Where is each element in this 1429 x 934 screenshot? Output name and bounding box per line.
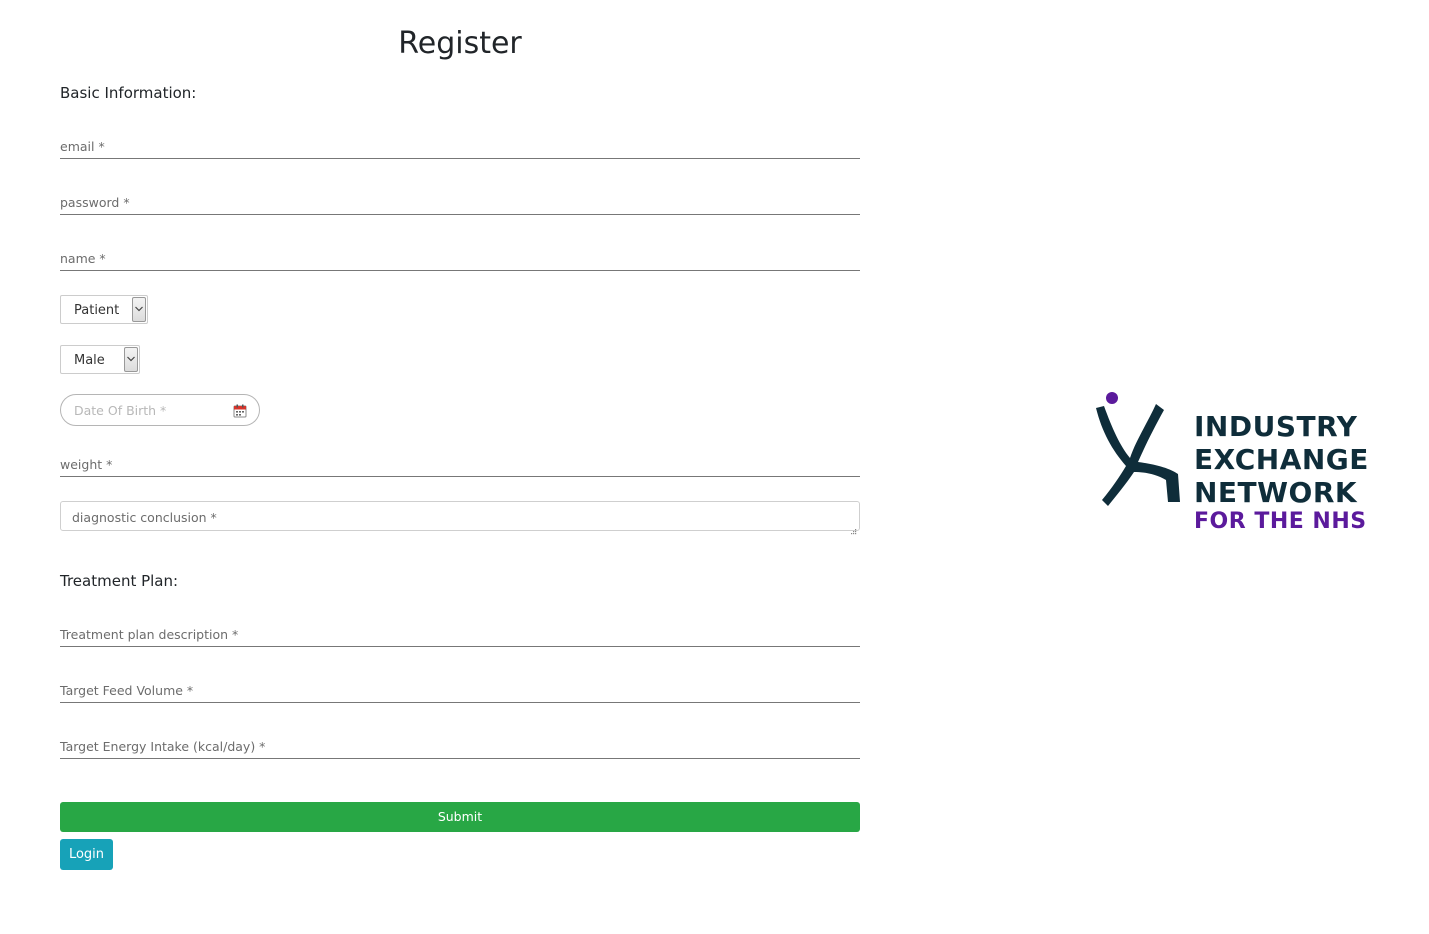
logo-line-4: FOR THE NHS bbox=[1194, 509, 1367, 534]
name-field[interactable]: name * bbox=[60, 242, 860, 271]
role-select-value: Patient bbox=[74, 303, 120, 318]
logo-line-2: EXCHANGE bbox=[1194, 443, 1369, 476]
email-field[interactable]: email * bbox=[60, 130, 860, 159]
submit-button[interactable]: Submit bbox=[60, 802, 860, 832]
email-label: email * bbox=[60, 139, 105, 154]
logo-mark-icon bbox=[1096, 392, 1180, 506]
target-feed-volume-field[interactable]: Target Feed Volume * bbox=[60, 674, 860, 703]
chevron-down-icon[interactable] bbox=[124, 347, 138, 372]
register-page: Register Basic Information: email * pass… bbox=[0, 0, 1429, 934]
target-energy-intake-field[interactable]: Target Energy Intake (kcal/day) * bbox=[60, 730, 860, 759]
password-label: password * bbox=[60, 195, 130, 210]
gender-select[interactable]: Male bbox=[60, 345, 140, 374]
industry-exchange-network-logo: INDUSTRY EXCHANGE NETWORK FOR THE NHS bbox=[1090, 388, 1370, 538]
basic-info-heading: Basic Information: bbox=[60, 84, 197, 102]
role-select[interactable]: Patient bbox=[60, 295, 148, 324]
treatment-description-field[interactable]: Treatment plan description * bbox=[60, 618, 860, 647]
logo-line-1: INDUSTRY bbox=[1194, 410, 1358, 443]
date-of-birth-placeholder: Date Of Birth * bbox=[74, 403, 167, 418]
name-label: name * bbox=[60, 251, 106, 266]
weight-field[interactable]: weight * bbox=[60, 448, 860, 477]
treatment-plan-heading: Treatment Plan: bbox=[60, 572, 179, 590]
login-button[interactable]: Login bbox=[60, 839, 113, 870]
weight-label: weight * bbox=[60, 457, 113, 472]
target-energy-intake-label: Target Energy Intake (kcal/day) * bbox=[60, 739, 266, 754]
resize-grip-icon[interactable] bbox=[849, 520, 857, 535]
diagnostic-conclusion-textarea[interactable]: diagnostic conclusion * bbox=[60, 501, 860, 535]
password-field[interactable]: password * bbox=[60, 186, 860, 215]
target-feed-volume-label: Target Feed Volume * bbox=[60, 683, 194, 698]
diagnostic-conclusion-placeholder: diagnostic conclusion * bbox=[72, 510, 217, 525]
date-of-birth-input[interactable]: Date Of Birth * bbox=[60, 394, 260, 426]
chevron-down-icon[interactable] bbox=[132, 297, 146, 322]
logo-line-3: NETWORK bbox=[1194, 476, 1358, 509]
page-title: Register bbox=[398, 26, 522, 61]
gender-select-value: Male bbox=[74, 353, 105, 368]
treatment-description-label: Treatment plan description * bbox=[60, 627, 239, 642]
calendar-icon[interactable] bbox=[233, 403, 247, 418]
